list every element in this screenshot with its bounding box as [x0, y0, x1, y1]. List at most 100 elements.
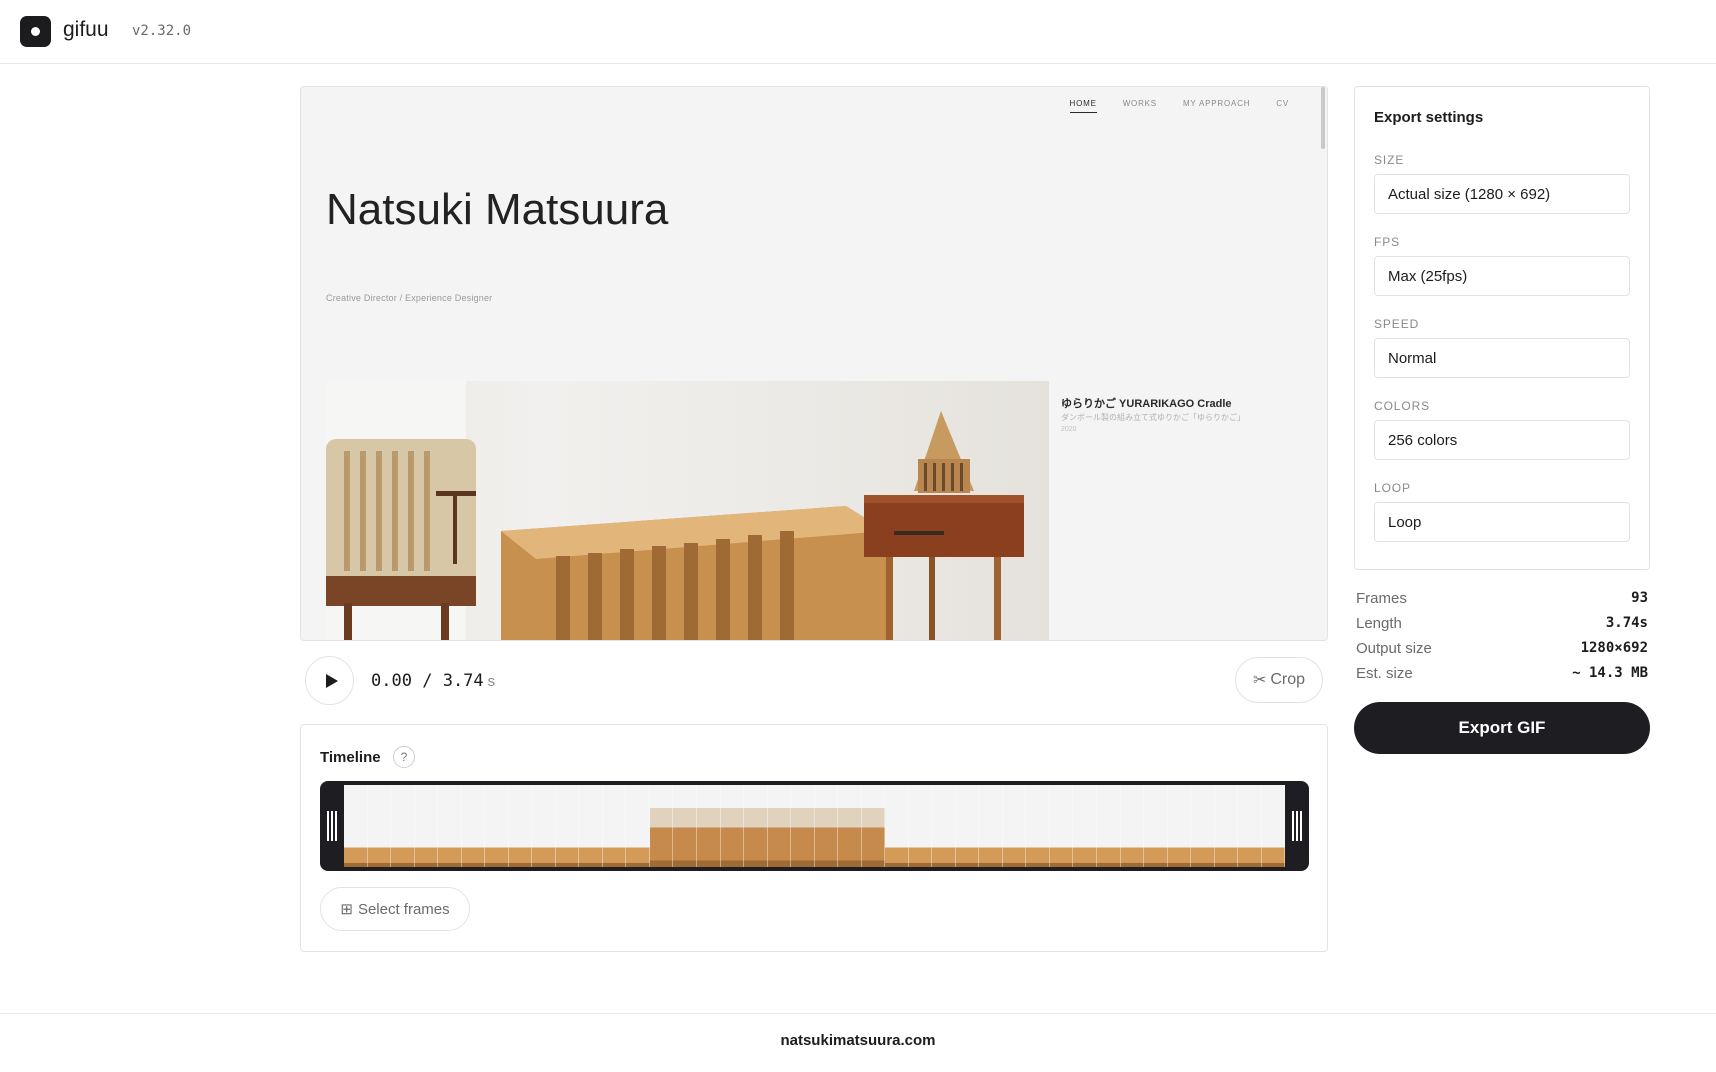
playback-time: 0.00 / 3.74 s [371, 671, 495, 691]
frame-thumbnail [1049, 785, 1074, 867]
preview-site-title: Natsuki Matsuura [326, 185, 669, 234]
stat-length: Length 3.74s [1356, 613, 1648, 638]
frame-thumbnail [1120, 785, 1145, 867]
preview-nav-cv: CV [1276, 99, 1289, 108]
frame-thumbnail [955, 785, 980, 867]
frame-thumbnail [696, 785, 721, 867]
frame-thumbnail [555, 785, 580, 867]
frame-thumbnail [649, 785, 674, 867]
frame-thumbnail [1191, 785, 1215, 867]
trim-end-handle[interactable] [1291, 811, 1303, 841]
help-icon[interactable]: ? [393, 746, 415, 768]
app-version: v2.32.0 [132, 23, 192, 39]
frame-thumbnail [1002, 785, 1027, 867]
preview-project-year: 2020 [1061, 426, 1077, 433]
preview-nav-home: HOME [1069, 99, 1097, 113]
trim-start-handle[interactable] [326, 811, 338, 841]
time-unit: s [487, 673, 496, 690]
timeline-strip[interactable] [320, 781, 1309, 871]
frame-thumbnails[interactable] [344, 785, 1285, 867]
frame-thumbnail [791, 785, 815, 867]
loop-select[interactable]: Loop [1374, 502, 1630, 542]
frame-thumbnail [908, 785, 933, 867]
frame-thumbnail [602, 785, 627, 867]
speed-label: SPEED [1374, 317, 1420, 331]
cradle-scene-illustration [326, 381, 1024, 640]
stat-value: ~ 14.3 MB [1572, 665, 1648, 681]
loop-label: LOOP [1374, 481, 1411, 495]
frame-thumbnail [414, 785, 439, 867]
frame-thumbnail [391, 785, 415, 867]
app-name: gifuu [63, 18, 109, 41]
app-header: gifuu v2.32.0 [0, 0, 1716, 64]
frame-thumbnail [838, 785, 862, 867]
timeline-panel: Timeline ? ⊞ Select frames [300, 724, 1328, 952]
frame-thumbnail [1238, 785, 1262, 867]
frame-thumbnail [814, 785, 839, 867]
frame-thumbnail [861, 785, 886, 867]
footer: natsukimatsuura.com [0, 1013, 1716, 1072]
total-time: 3.74 [442, 671, 484, 691]
footer-site-link[interactable]: natsukimatsuura.com [0, 1032, 1716, 1049]
preview-hero-image [326, 381, 1049, 640]
frame-thumbnail [579, 785, 603, 867]
frame-thumbnail [932, 785, 956, 867]
colors-label: COLORS [1374, 399, 1431, 413]
select-frames-button[interactable]: ⊞ Select frames [320, 887, 470, 931]
preview-nav-works: WORKS [1122, 99, 1157, 108]
export-settings-title: Export settings [1374, 109, 1484, 126]
speed-select[interactable]: Normal [1374, 338, 1630, 378]
frame-thumbnail [438, 785, 462, 867]
frame-thumbnail [1144, 785, 1168, 867]
colors-select[interactable]: 256 colors [1374, 420, 1630, 460]
frame-thumbnail [344, 785, 368, 867]
stat-label: Frames [1356, 590, 1407, 607]
frame-thumbnail [885, 785, 909, 867]
frame-thumbnail [461, 785, 486, 867]
frame-thumbnail [1026, 785, 1050, 867]
preview-project-title: ゆらりかご YURARIKAGO Cradle [1061, 398, 1232, 410]
frame-thumbnail [673, 785, 697, 867]
current-time: 0.00 [371, 671, 412, 691]
preview-nav-approach: MY APPROACH [1182, 99, 1251, 108]
preview-site-nav: HOME WORKS MY APPROACH CV [1069, 99, 1290, 113]
select-frames-label: Select frames [357, 900, 450, 918]
export-stats: Frames 93 Length 3.74s Output size 1280×… [1356, 588, 1648, 688]
export-gif-button[interactable]: Export GIF [1354, 702, 1650, 754]
fps-select[interactable]: Max (25fps) [1374, 256, 1630, 296]
frame-thumbnail [626, 785, 650, 867]
frame-thumbnail [367, 785, 392, 867]
frame-thumbnail [1214, 785, 1239, 867]
frame-thumbnail [508, 785, 533, 867]
app-logo-icon[interactable] [20, 16, 51, 47]
frame-thumbnail [532, 785, 556, 867]
preview-project-description: ダンボール製の組み立て式ゆりかご「ゆらりかご」 [1061, 413, 1245, 422]
frame-thumbnail [767, 785, 792, 867]
frame-thumbnail [720, 785, 745, 867]
stat-frames: Frames 93 [1356, 588, 1648, 613]
preview-scrollbar[interactable] [1321, 87, 1325, 149]
stat-label: Output size [1356, 640, 1432, 657]
time-separator: / [422, 671, 433, 691]
frame-thumbnail [1097, 785, 1121, 867]
scissors-icon: ✂ [1252, 672, 1267, 689]
size-select[interactable]: Actual size (1280 × 692) [1374, 174, 1630, 214]
frame-thumbnail [1167, 785, 1192, 867]
stat-est-size: Est. size ~ 14.3 MB [1356, 663, 1648, 688]
size-label: SIZE [1374, 153, 1405, 167]
frame-thumbnail [979, 785, 1003, 867]
stat-value: 1280×692 [1580, 640, 1648, 656]
frame-thumbnail [1261, 785, 1285, 867]
preview-site-subtitle: Creative Director / Experience Designer [326, 293, 493, 303]
stat-label: Est. size [1356, 665, 1413, 682]
stat-value: 93 [1631, 590, 1648, 606]
frame-thumbnail [485, 785, 509, 867]
play-button[interactable] [305, 656, 354, 705]
stat-value: 3.74s [1605, 615, 1648, 631]
crop-label: Crop [1270, 671, 1306, 688]
fps-label: FPS [1374, 235, 1401, 249]
stat-output-size: Output size 1280×692 [1356, 638, 1648, 663]
frame-thumbnail [744, 785, 768, 867]
crop-button[interactable]: ✂ Crop [1235, 657, 1323, 703]
export-settings-panel: Export settings SIZE Actual size (1280 ×… [1354, 86, 1650, 570]
